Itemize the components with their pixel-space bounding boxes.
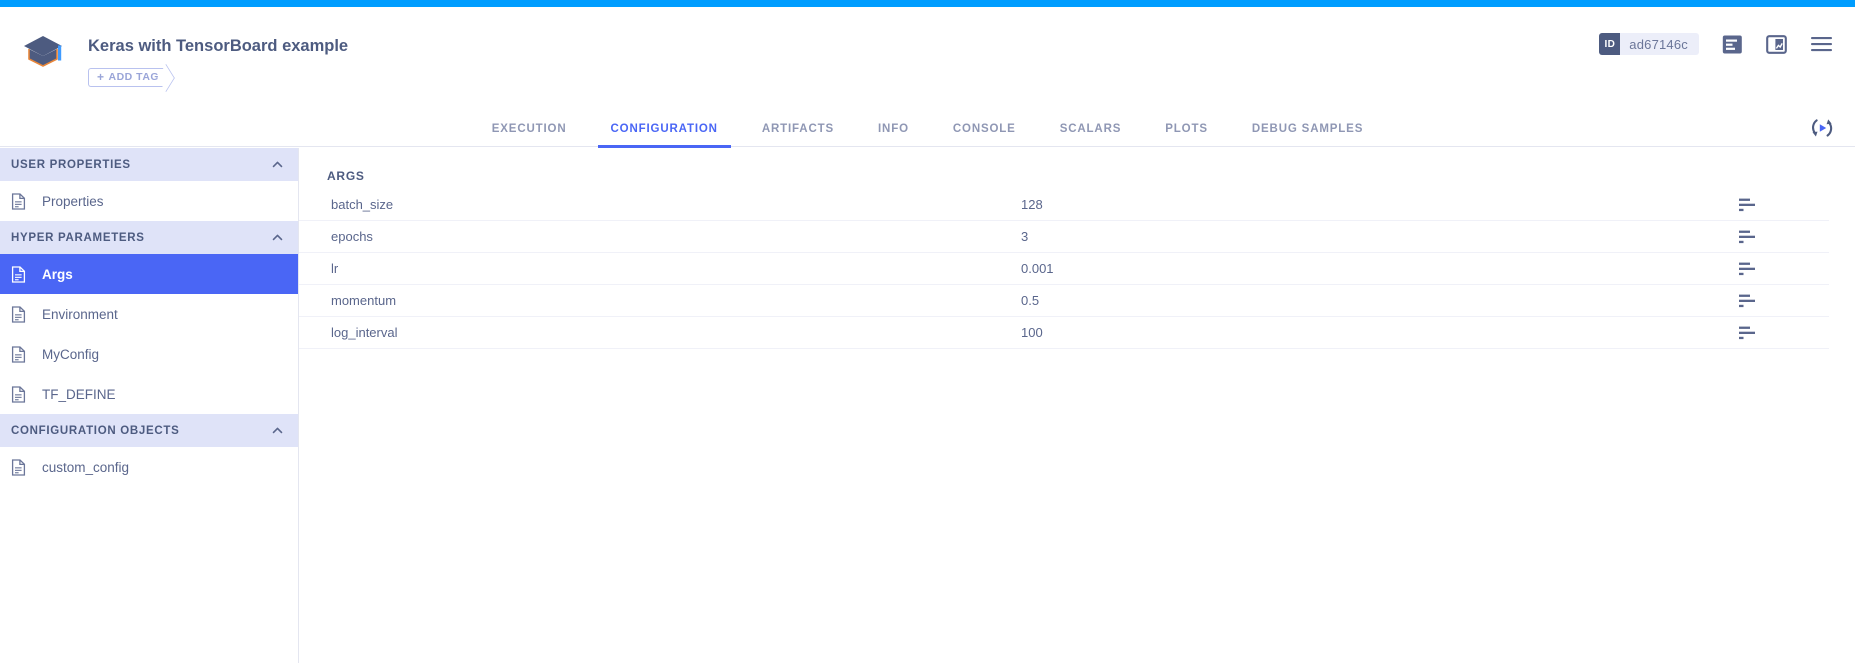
parameter-value: 0.001 <box>1021 261 1054 276</box>
table-row: lr 0.001 <box>299 253 1829 285</box>
tab-console[interactable]: CONSOLE <box>931 123 1038 147</box>
header-actions: ID ad67146c <box>1599 33 1833 55</box>
hamburger-menu-icon[interactable] <box>1810 35 1833 53</box>
graduation-cap-icon <box>24 36 62 67</box>
sidebar-section-label: USER PROPERTIES <box>11 158 131 171</box>
title-block: Keras with TensorBoard example + ADD TAG <box>88 29 348 87</box>
sidebar-item-label: Properties <box>42 193 104 209</box>
sidebar-item-properties[interactable]: Properties <box>0 181 298 221</box>
parameter-value: 128 <box>1021 197 1043 212</box>
parameter-value: 3 <box>1021 229 1029 244</box>
sidebar-section-hyper-parameters[interactable]: HYPER PARAMETERS <box>0 221 298 254</box>
document-icon <box>11 265 26 283</box>
sidebar-item-custom-config[interactable]: custom_config <box>0 447 298 487</box>
parameter-value: 100 <box>1021 325 1043 340</box>
tab-info[interactable]: INFO <box>856 123 931 147</box>
sidebar-section-label: HYPER PARAMETERS <box>11 231 145 244</box>
brand-block: Keras with TensorBoard example + ADD TAG <box>22 29 348 87</box>
description-icon[interactable] <box>1739 326 1759 340</box>
description-icon[interactable] <box>1739 294 1759 308</box>
add-tag-label: ADD TAG <box>108 71 160 83</box>
sidebar-item-environment[interactable]: Environment <box>0 294 298 334</box>
tab-scalars[interactable]: SCALARS <box>1038 123 1144 147</box>
parameter-key: batch_size <box>331 197 394 212</box>
id-value: ad67146c <box>1629 36 1688 52</box>
id-label: ID <box>1599 33 1621 55</box>
table-row: epochs 3 <box>299 221 1829 253</box>
add-tag-button[interactable]: + ADD TAG <box>88 67 167 87</box>
tab-execution[interactable]: EXECUTION <box>470 123 589 147</box>
log-details-icon[interactable] <box>1722 34 1743 55</box>
section-title: ARGS <box>327 169 365 183</box>
main-panel: ARGS batch_size 128 epochs 3 lr 0.001 momentum… <box>299 148 1855 663</box>
document-icon <box>11 385 26 403</box>
parameter-key: lr <box>331 261 339 276</box>
content-area: USER PROPERTIES Properties HYPER PARAMETER… <box>0 148 1855 663</box>
description-icon[interactable] <box>1739 262 1759 276</box>
table-row: log_interval 100 <box>299 317 1829 349</box>
chevron-up-icon[interactable] <box>271 424 284 437</box>
chevron-up-icon[interactable] <box>271 158 284 171</box>
sidebar-section-configuration-objects[interactable]: CONFIGURATION OBJECTS <box>0 414 298 447</box>
document-icon <box>11 305 26 323</box>
parameter-key: momentum <box>331 293 397 308</box>
table-row: batch_size 128 <box>299 189 1829 221</box>
parameter-key: log_interval <box>331 325 398 340</box>
description-icon[interactable] <box>1739 198 1759 212</box>
table-row: momentum 0.5 <box>299 285 1829 317</box>
sidebar-item-args[interactable]: Args <box>0 254 298 294</box>
page-header: Keras with TensorBoard example + ADD TAG… <box>0 7 1855 107</box>
sidebar-item-myconfig[interactable]: MyConfig <box>0 334 298 374</box>
sidebar-item-label: Environment <box>42 306 118 322</box>
sidebar-item-label: MyConfig <box>42 346 100 362</box>
chevron-up-icon[interactable] <box>271 231 284 244</box>
parameter-table: batch_size 128 epochs 3 lr 0.001 momentum 0.5 lo… <box>299 189 1855 349</box>
sidebar-item-label: TF_DEFINE <box>42 386 116 402</box>
tab-configuration[interactable]: CONFIGURATION <box>589 123 740 148</box>
description-icon[interactable] <box>1739 230 1759 244</box>
sidebar-item-label: custom_config <box>42 459 130 475</box>
split-panel-chart-icon[interactable] <box>1766 34 1787 55</box>
sidebar-section-label: CONFIGURATION OBJECTS <box>11 424 180 437</box>
document-icon <box>11 345 26 363</box>
tab-bar: EXECUTION CONFIGURATION ARTIFACTS INFO CONSO… <box>0 107 1855 148</box>
parameter-value: 0.5 <box>1021 293 1040 308</box>
sidebar-item-tf-define[interactable]: TF_DEFINE <box>0 374 298 414</box>
document-icon <box>11 458 26 476</box>
auto-refresh-icon[interactable] <box>1809 115 1835 141</box>
parameter-key: epochs <box>331 229 373 244</box>
experiment-id-chip[interactable]: ID ad67146c <box>1599 33 1699 55</box>
page-title: Keras with TensorBoard example <box>88 37 349 55</box>
sidebar: USER PROPERTIES Properties HYPER PARAMETER… <box>0 148 299 663</box>
tab-debug-samples[interactable]: DEBUG SAMPLES <box>1230 123 1385 147</box>
sidebar-item-label: Args <box>42 266 73 282</box>
document-icon <box>11 192 26 210</box>
tab-plots[interactable]: PLOTS <box>1143 123 1230 147</box>
tab-artifacts[interactable]: ARTIFACTS <box>740 123 856 147</box>
tab-list: EXECUTION CONFIGURATION ARTIFACTS INFO CONSO… <box>0 107 1855 148</box>
plus-icon: + <box>97 70 105 84</box>
sidebar-section-user-properties[interactable]: USER PROPERTIES <box>0 148 298 181</box>
